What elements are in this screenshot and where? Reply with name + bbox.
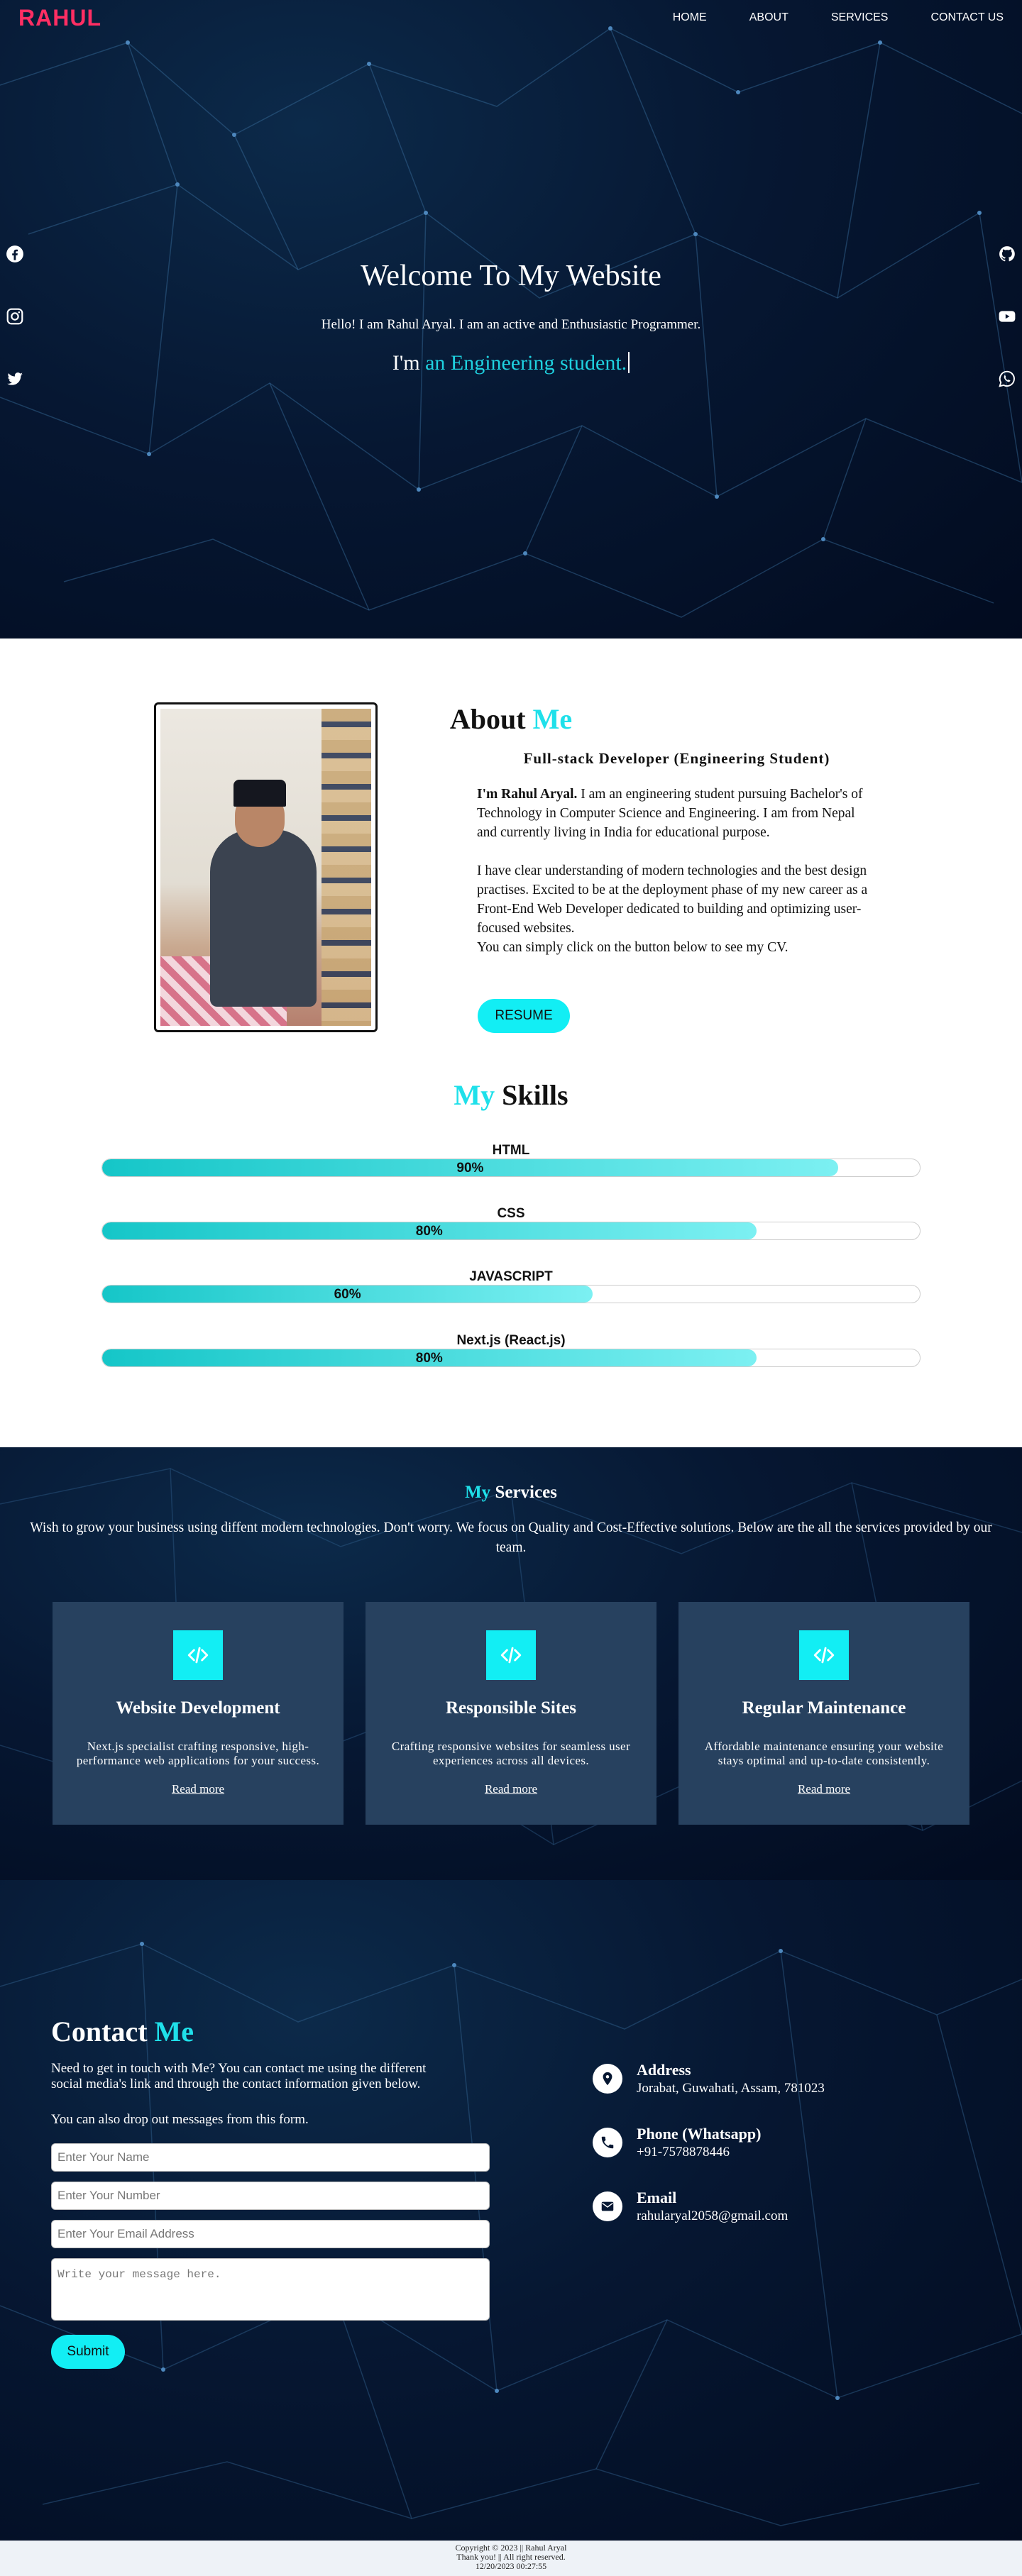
message-textarea[interactable]: Write your message here. xyxy=(51,2258,490,2321)
about-title: About Me xyxy=(408,702,614,736)
about-title-main: About xyxy=(449,703,526,735)
number-input[interactable]: Enter Your Number xyxy=(51,2182,490,2210)
skills-title: My Skills xyxy=(0,1078,1022,1112)
typed-text: an Engineering student. xyxy=(425,351,627,375)
services-grid: Website Development Next.js specialist c… xyxy=(53,1602,1022,1825)
skill-percent: 80% xyxy=(415,1224,443,1239)
contact-info-phone: Phone (Whatsapp) +91-7578878446 xyxy=(593,2125,761,2160)
skill-html: HTML 90% xyxy=(101,1143,921,1177)
contact-section: Contact Me Need to get in touch with Me?… xyxy=(0,1880,1022,2541)
about-name: I'm Rahul Aryal. xyxy=(477,787,578,802)
contact-form-area: Contact Me Need to get in touch with Me?… xyxy=(51,2015,491,2369)
hero-typed-line: I'm an Engineering student. xyxy=(0,351,1022,375)
about-section: About Me Full-stack Developer (Engineeri… xyxy=(0,639,1022,1447)
phone-icon xyxy=(593,2128,622,2157)
skill-bar-fill: 80% xyxy=(102,1222,757,1239)
about-title-accent: Me xyxy=(532,703,573,735)
services-title-accent: My xyxy=(465,1483,491,1502)
skill-bar-track: 90% xyxy=(101,1159,921,1177)
nav-services[interactable]: SERVICES xyxy=(831,11,889,24)
service-name: Responsible Sites xyxy=(445,1698,577,1718)
skill-percent: 80% xyxy=(415,1351,443,1366)
skill-bar-track: 80% xyxy=(101,1349,921,1367)
skill-bar-fill: 80% xyxy=(102,1349,757,1366)
info-value: Jorabat, Guwahati, Assam, 781023 xyxy=(637,2081,825,2096)
services-title-main: Services xyxy=(495,1483,557,1502)
service-read-more-link[interactable]: Read more xyxy=(172,1782,224,1796)
contact-info-email: Email rahularyal2058@gmail.com xyxy=(593,2189,788,2224)
services-intro: Wish to grow your business using diffent… xyxy=(30,1520,992,1555)
code-icon xyxy=(173,1630,223,1680)
skill-css: CSS 80% xyxy=(101,1206,921,1240)
service-name: Website Development xyxy=(116,1698,280,1718)
hero-section: RAHUL HOME ABOUT SERVICES CONTACT US Wel… xyxy=(0,0,1022,639)
service-description: Crafting responsive websites for seamles… xyxy=(391,1740,631,1767)
info-value: +91-7578878446 xyxy=(637,2145,730,2160)
submit-button[interactable]: Submit xyxy=(51,2335,125,2369)
profile-photo-frame xyxy=(154,702,378,1032)
name-input[interactable]: Enter Your Name xyxy=(51,2143,490,2172)
location-pin-icon xyxy=(593,2064,622,2094)
nav-links: HOME ABOUT SERVICES CONTACT US xyxy=(673,11,1004,24)
info-label: Email xyxy=(637,2189,677,2206)
skill-name: JAVASCRIPT xyxy=(469,1269,553,1284)
hero-content: Welcome To My Website Hello! I am Rahul … xyxy=(0,259,1022,375)
contact-title: Contact Me xyxy=(51,2015,491,2048)
contact-info-address: Address Jorabat, Guwahati, Assam, 781023 xyxy=(593,2061,825,2096)
skill-name: HTML xyxy=(492,1143,530,1158)
service-card-responsible-sites: Responsible Sites Crafting responsive we… xyxy=(366,1602,656,1825)
site-footer: Copyright © 2023 || Rahul Aryal Thank yo… xyxy=(0,2541,1022,2576)
service-card-website-development: Website Development Next.js specialist c… xyxy=(53,1602,344,1825)
footer-datetime: 12/20/2023 00:27:55 xyxy=(475,2561,547,2571)
navbar: RAHUL HOME ABOUT SERVICES CONTACT US xyxy=(0,0,1022,35)
code-icon xyxy=(486,1630,536,1680)
contact-title-main: Contact xyxy=(51,2016,148,2047)
contact-form-hint: You can also drop out messages from this… xyxy=(51,2112,309,2127)
skill-bar-track: 80% xyxy=(101,1222,921,1240)
skill-bar-track: 60% xyxy=(101,1285,921,1303)
service-card-regular-maintenance: Regular Maintenance Affordable maintenan… xyxy=(678,1602,969,1825)
info-label: Phone (Whatsapp) xyxy=(637,2125,762,2143)
skill-name: Next.js (React.js) xyxy=(456,1333,566,1348)
service-description: Next.js specialist crafting responsive, … xyxy=(76,1740,320,1767)
service-name: Regular Maintenance xyxy=(742,1698,906,1718)
envelope-icon xyxy=(593,2191,622,2221)
service-read-more-link[interactable]: Read more xyxy=(485,1782,537,1796)
site-logo[interactable]: RAHUL xyxy=(18,5,101,31)
skill-bar-fill: 90% xyxy=(102,1159,838,1176)
code-icon xyxy=(799,1630,849,1680)
nav-home[interactable]: HOME xyxy=(673,11,707,24)
skill-nextjs: Next.js (React.js) 80% xyxy=(101,1333,921,1367)
about-para-2: I have clear understanding of modern tec… xyxy=(477,863,868,936)
contact-intro: Need to get in touch with Me? You can co… xyxy=(51,2061,427,2091)
typed-prefix: I'm xyxy=(392,351,420,375)
nav-contact-us[interactable]: CONTACT US xyxy=(930,11,1004,24)
services-title: My Services xyxy=(0,1447,1022,1503)
resume-button[interactable]: RESUME xyxy=(478,999,570,1033)
service-read-more-link[interactable]: Read more xyxy=(798,1782,850,1796)
skill-javascript: JAVASCRIPT 60% xyxy=(101,1269,921,1303)
contact-title-accent: Me xyxy=(154,2016,194,2047)
typing-caret xyxy=(628,352,630,373)
about-role: Full-stack Developer (Engineering Studen… xyxy=(523,750,830,767)
skill-bar-fill: 60% xyxy=(102,1286,593,1303)
hero-subtitle: Hello! I am Rahul Aryal. I am an active … xyxy=(321,317,701,332)
skills-title-main: Skills xyxy=(502,1079,568,1111)
profile-photo xyxy=(160,709,371,1026)
skill-percent: 60% xyxy=(334,1287,361,1302)
skill-percent: 90% xyxy=(456,1161,484,1176)
hero-title: Welcome To My Website xyxy=(361,260,661,292)
info-value: rahularyal2058@gmail.com xyxy=(637,2209,789,2223)
email-input[interactable]: Enter Your Email Address xyxy=(51,2220,490,2248)
services-section: My Services Wish to grow your business u… xyxy=(0,1447,1022,1880)
about-description: I'm Rahul Aryal. I am an engineering stu… xyxy=(477,785,871,957)
skill-name: CSS xyxy=(497,1206,525,1221)
info-label: Address xyxy=(637,2061,691,2079)
about-para-3: You can simply click on the button below… xyxy=(477,940,789,955)
nav-about[interactable]: ABOUT xyxy=(749,11,789,24)
service-description: Affordable maintenance ensuring your web… xyxy=(704,1740,944,1767)
skills-title-accent: My xyxy=(454,1079,495,1111)
